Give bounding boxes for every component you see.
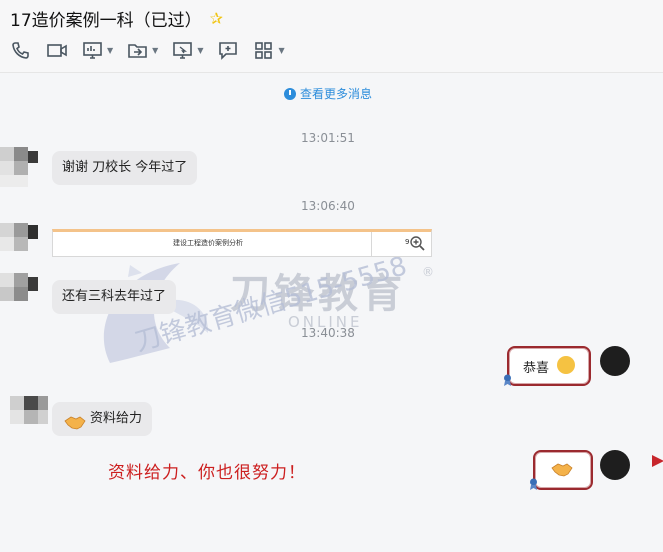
timestamp: 13:40:38 — [301, 326, 355, 340]
avatar[interactable] — [0, 223, 40, 263]
avatar[interactable] — [0, 147, 40, 187]
file-name: 建设工程造价案例分析 — [173, 239, 243, 247]
avatar-self[interactable] — [600, 450, 630, 480]
watermark: 刀锋教育 ® ONLINE 刀锋教育微信515-5558 — [90, 251, 470, 403]
message-bubble-self — [533, 450, 593, 490]
watermark-registered: ® — [422, 265, 434, 279]
chat-title: 17造价案例一科（已过） — [10, 11, 202, 31]
message-bubble: 谢谢 刀校长 今年过了 — [52, 151, 198, 185]
screen-share-icon — [83, 42, 102, 59]
chevron-down-icon: ▼ — [197, 45, 204, 55]
file-divider — [371, 232, 372, 256]
laugh-emoji-icon — [557, 356, 575, 374]
phone-icon — [12, 42, 29, 59]
timestamp: 13:01:51 — [301, 131, 355, 145]
decoration-icon — [652, 455, 663, 467]
rank-badge-icon — [504, 374, 511, 386]
chevron-down-icon: ▼ — [107, 45, 114, 55]
message-text: 恭喜 — [523, 361, 550, 376]
chat-title-row: 17造价案例一科（已过） ✰ — [10, 6, 223, 31]
remote-desktop-button[interactable]: ▼ — [172, 40, 203, 60]
clock-icon — [284, 87, 296, 100]
avatar[interactable] — [10, 396, 50, 436]
chevron-down-icon: ▼ — [152, 45, 159, 55]
file-card[interactable]: 建设工程造价案例分析 9 — [52, 229, 432, 257]
chevron-down-icon: ▼ — [278, 45, 285, 55]
apps-grid-button[interactable]: ▼ — [253, 40, 285, 60]
handshake-emoji-icon — [64, 411, 86, 430]
file-transfer-icon — [128, 44, 147, 58]
avatar-self[interactable] — [600, 346, 630, 376]
message-bubble: 还有三科去年过了 — [52, 280, 177, 314]
handshake-emoji-icon — [551, 462, 573, 478]
zoom-in-icon[interactable] — [409, 235, 425, 251]
video-icon — [47, 44, 67, 57]
remote-desktop-icon — [173, 42, 193, 59]
add-app-icon — [219, 42, 238, 60]
annotation-text: 资料给力、你也很努力！ — [108, 463, 306, 483]
more-messages-label: 查看更多消息 — [300, 87, 373, 101]
message-bubble: 资料给力 — [52, 402, 153, 436]
star-icon[interactable]: ✰ — [210, 9, 223, 28]
timestamp: 13:06:40 — [301, 199, 355, 213]
chat-header: 17造价案例一科（已过） ✰ ▼ ▼ ▼ ▼ — [0, 0, 663, 73]
screen-share-button[interactable]: ▼ — [82, 40, 113, 60]
message-bubble-self: 恭喜 — [507, 346, 591, 386]
more-messages-link[interactable]: 查看更多消息 — [284, 85, 372, 102]
video-button[interactable] — [46, 40, 68, 60]
message-text: 资料给力 — [90, 411, 143, 426]
add-app-button[interactable] — [217, 40, 239, 60]
chat-area: 刀锋教育 ® ONLINE 刀锋教育微信515-5558 查看更多消息 13:0… — [0, 73, 663, 552]
apps-grid-icon — [255, 42, 273, 59]
avatar[interactable] — [0, 273, 40, 313]
watermark-brand: 刀锋教育 — [230, 271, 406, 317]
toolbar: ▼ ▼ ▼ ▼ — [10, 40, 285, 60]
rank-badge-icon — [530, 478, 537, 490]
phone-button[interactable] — [10, 40, 32, 60]
file-transfer-button[interactable]: ▼ — [127, 40, 158, 60]
